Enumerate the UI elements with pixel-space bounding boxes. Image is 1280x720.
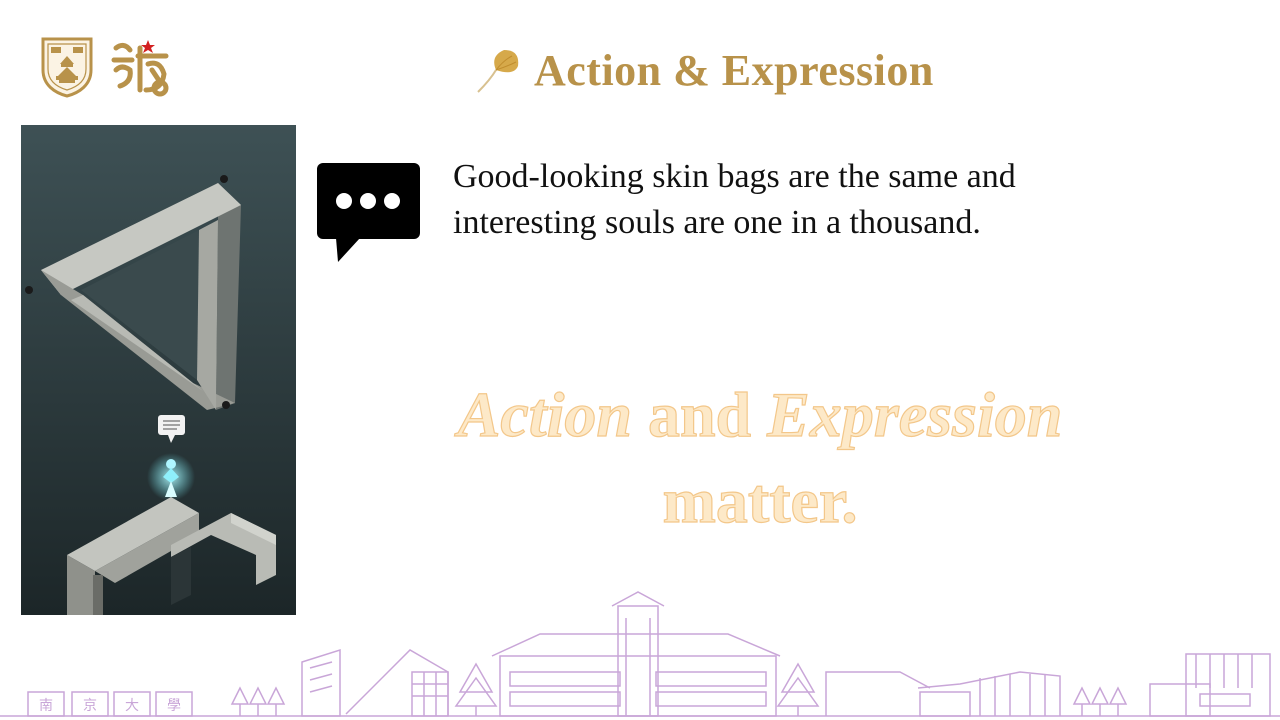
skyline-char-2: 京 — [83, 698, 97, 714]
title-bar: Action & Expression — [474, 40, 934, 100]
quote-text: Good-looking skin bags are the same and … — [453, 154, 1093, 246]
slide: Action & Expression Good-looking skin ba… — [0, 0, 1280, 720]
skyline-char-3: 大 — [125, 698, 139, 714]
emphasis-word-expression: Expression — [767, 378, 1063, 450]
emphasis-word-action: Action — [457, 378, 632, 450]
skyline-char-1: 南 — [39, 698, 53, 714]
emphasis-text: Action and Expression matter. — [400, 372, 1120, 544]
university-crest-icon — [41, 37, 93, 98]
speech-bubble-icon — [317, 163, 420, 262]
slide-title: Action & Expression — [534, 45, 934, 95]
quote-line-1: Good-looking skin bags are the same and — [453, 158, 1016, 195]
emphasis-line-2: matter. — [662, 464, 858, 536]
quote-line-2: interesting souls are one in a thousand. — [453, 204, 981, 241]
ginkgo-leaf-icon — [477, 50, 519, 93]
game-screenshot-image — [21, 125, 296, 615]
emphasis-line-1: Action and Expression — [400, 372, 1120, 458]
skyline-char-4: 學 — [167, 698, 181, 714]
campus-skyline-decoration: 南 京 大 學 — [0, 591, 1280, 717]
calligraphy-seal-icon — [111, 40, 169, 97]
emphasis-word-and: and — [647, 378, 752, 450]
